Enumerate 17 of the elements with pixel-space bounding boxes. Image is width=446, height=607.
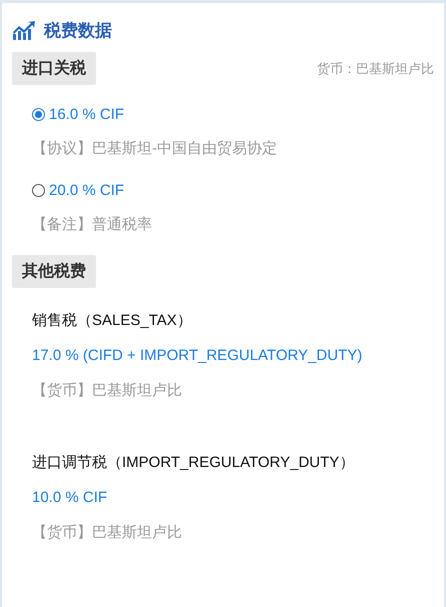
note-text: 【备注】普通税率 [32, 215, 153, 235]
chart-icon [12, 20, 36, 40]
tax-name: 销售税（SALES_TAX） [32, 311, 192, 331]
section-heading: 其他税费 [12, 255, 96, 288]
radio-button[interactable] [32, 184, 45, 196]
tax-name: 进口调节税（IMPORT_REGULATORY_DUTY） [32, 453, 354, 473]
section-heading: 进口关税 [12, 52, 96, 85]
tax-rate: 10.0 % CIF [32, 488, 108, 508]
note-text: 【协议】巴基斯坦-中国自由贸易协定 [32, 139, 278, 159]
currency-label: 货币：巴基斯坦卢比 [317, 60, 434, 78]
radio-button[interactable] [32, 108, 45, 120]
currency-note: 【货币】巴基斯坦卢比 [32, 523, 182, 543]
currency-note: 【货币】巴基斯坦卢比 [32, 381, 182, 401]
tax-rate: 17.0 % (CIFD + IMPORT_REGULATORY_DUTY) [32, 346, 362, 366]
panel-title: 税费数据 [44, 20, 112, 42]
rate-option[interactable]: 16.0 % CIF [32, 103, 434, 125]
rate-option[interactable]: 20.0 % CIF [32, 179, 434, 201]
